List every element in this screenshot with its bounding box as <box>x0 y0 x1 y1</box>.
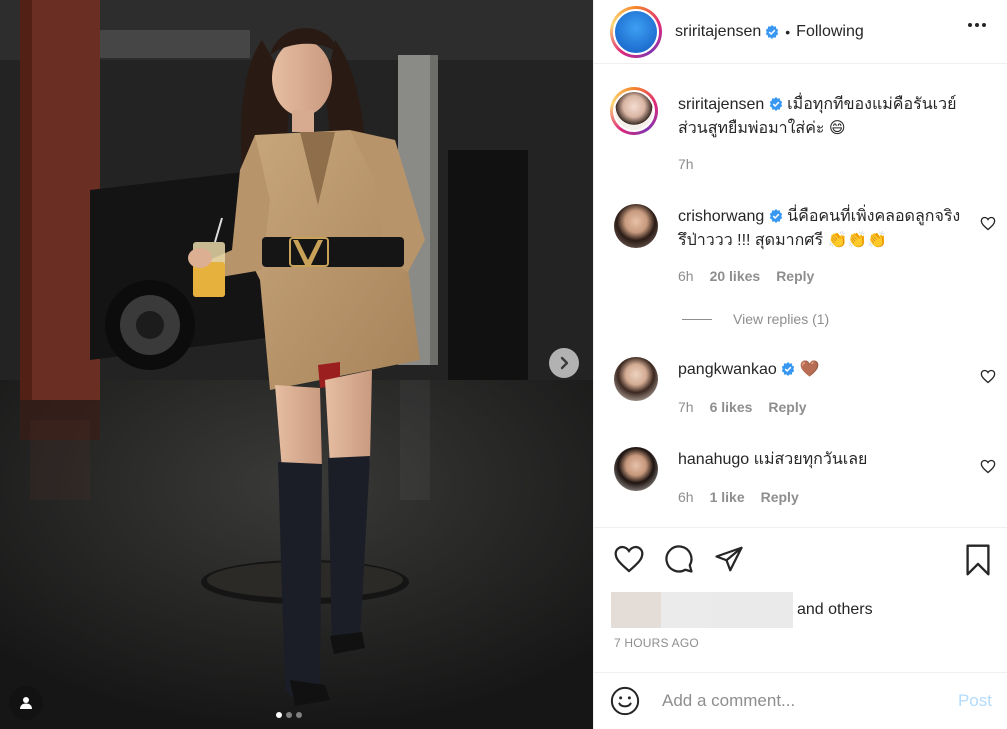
caption-username[interactable]: sriritajensen <box>678 96 764 113</box>
comment-time: 7h <box>678 399 694 415</box>
reply-button[interactable]: Reply <box>768 399 806 415</box>
replies-divider <box>682 318 712 320</box>
comment-meta: 7h 6 likes Reply <box>678 399 807 415</box>
comment-username[interactable]: hanahugo <box>678 451 749 468</box>
comment-text: pangkwankao 🤎 <box>678 358 968 382</box>
heart-icon[interactable] <box>980 216 996 231</box>
commenter-avatar[interactable] <box>614 357 658 401</box>
post-photo <box>0 0 593 729</box>
post-comment-button[interactable]: Post <box>958 691 992 711</box>
user-tag-icon <box>20 697 32 709</box>
caption-time: 7h <box>678 156 694 172</box>
author-username-link[interactable]: sriritajensen <box>675 23 779 41</box>
caption-avatar[interactable] <box>610 87 658 135</box>
verified-icon <box>769 209 782 223</box>
comment-body: แม่สวยทุกวันเลย <box>753 451 868 468</box>
header-separator: • <box>785 23 791 40</box>
post-sidebar: sriritajensen • Following sriritajensen <box>593 0 1007 729</box>
next-image-button[interactable] <box>549 348 579 378</box>
caption-meta: 7h <box>678 156 694 172</box>
post-media[interactable] <box>0 0 593 729</box>
likes-summary[interactable]: and others <box>611 592 873 628</box>
comment-text: hanahugo แม่สวยทุกวันเลย <box>678 448 968 472</box>
heart-icon[interactable] <box>980 459 996 474</box>
carousel-indicator <box>276 712 302 718</box>
add-comment-bar: Post <box>594 672 1007 729</box>
liker-avatar-blurred <box>661 592 711 628</box>
comment-time: 6h <box>678 489 694 505</box>
author-username: sriritajensen <box>675 22 762 40</box>
tagged-users-button[interactable] <box>9 686 43 720</box>
share-icon[interactable] <box>714 544 744 574</box>
comment-username[interactable]: pangkwankao <box>678 361 777 378</box>
post-header: sriritajensen • Following <box>594 0 1007 64</box>
following-button[interactable]: Following <box>796 23 864 41</box>
bookmark-icon[interactable] <box>965 544 991 576</box>
chevron-right-icon <box>560 356 569 370</box>
likes-text: and others <box>797 601 873 619</box>
comment-username[interactable]: crishorwang <box>678 208 764 225</box>
comment-likes[interactable]: 1 like <box>710 489 745 505</box>
heart-icon[interactable] <box>980 369 996 384</box>
verified-icon <box>782 362 795 376</box>
caption-text: sriritajensen เมื่อทุกทีของแม่คือรันเวย์… <box>678 93 968 141</box>
comments-list[interactable]: sriritajensen เมื่อทุกทีของแม่คือรันเวย์… <box>594 65 1007 526</box>
comment-likes[interactable]: 20 likes <box>710 268 761 284</box>
action-bar <box>594 527 1007 587</box>
heart-icon[interactable] <box>613 544 645 574</box>
comment-meta: 6h 20 likes Reply <box>678 268 814 284</box>
reply-button[interactable]: Reply <box>776 268 814 284</box>
carousel-dot <box>286 712 292 718</box>
comment-icon[interactable] <box>664 544 694 574</box>
verified-icon <box>766 24 779 39</box>
liker-name-blurred <box>711 592 793 628</box>
commenter-avatar[interactable] <box>614 204 658 248</box>
comment-likes[interactable]: 6 likes <box>710 399 753 415</box>
carousel-dot <box>276 712 282 718</box>
reply-button[interactable]: Reply <box>761 489 799 505</box>
more-options-icon[interactable] <box>967 22 987 28</box>
likes-and: and <box>797 601 824 618</box>
comment-text: crishorwang นี่คือคนที่เพิ่งคลอดลูกจริงร… <box>678 205 968 253</box>
liker-avatar-blurred <box>611 592 661 628</box>
emoji-icon[interactable] <box>610 686 640 716</box>
verified-icon <box>769 97 782 111</box>
post-timestamp[interactable]: 7 HOURS AGO <box>614 636 699 650</box>
comment-time: 6h <box>678 268 694 284</box>
carousel-dot <box>296 712 302 718</box>
commenter-avatar[interactable] <box>614 447 658 491</box>
likes-others-link[interactable]: others <box>828 601 872 618</box>
view-replies-label: View replies (1) <box>733 311 830 327</box>
author-avatar[interactable] <box>610 5 662 58</box>
comment-body: 🤎 <box>799 361 820 378</box>
comment-meta: 6h 1 like Reply <box>678 489 799 505</box>
comment-input[interactable] <box>662 691 932 711</box>
view-replies-button[interactable]: View replies (1) <box>682 311 829 327</box>
